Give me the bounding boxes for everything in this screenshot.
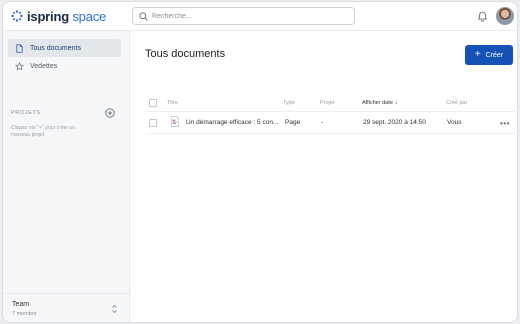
app-window: ispring space Tous documents xyxy=(2,1,518,323)
team-member-count: 7 membre xyxy=(12,311,37,317)
row-date: 29 sept. 2020 à 14:50 xyxy=(363,119,426,126)
sidebar-item-all-documents[interactable]: Tous documents xyxy=(8,39,121,57)
sidebar-item-favorites[interactable]: Vedettes xyxy=(8,57,121,75)
sidebar-item-label: Vedettes xyxy=(30,62,58,70)
column-header-project[interactable]: Projet xyxy=(320,100,334,106)
page-document-icon xyxy=(171,116,179,127)
projects-hint: Cliquez sur "+" pour créer un nouveau pr… xyxy=(11,125,75,138)
chevron-up-down-icon[interactable] xyxy=(111,304,118,314)
row-title[interactable]: Un démarrage efficace : 5 con... xyxy=(186,119,278,126)
search-input[interactable] xyxy=(152,12,342,20)
row-type: Page xyxy=(285,119,301,126)
column-header-date[interactable]: Afficher date ↓ xyxy=(362,100,398,106)
divider xyxy=(146,133,515,134)
plus-icon: + xyxy=(474,49,481,60)
row-checkbox[interactable] xyxy=(149,119,157,127)
team-name[interactable]: Team xyxy=(12,301,29,308)
column-header-date-label: Afficher date xyxy=(362,100,393,106)
row-project: - xyxy=(321,119,324,126)
column-header-title[interactable]: Titre xyxy=(167,100,178,106)
create-button-label: Créer xyxy=(485,51,504,59)
logo-icon xyxy=(11,10,23,22)
row-created-by: Vous xyxy=(447,119,462,126)
search-box[interactable] xyxy=(132,7,355,25)
page-title: Tous documents xyxy=(145,48,226,60)
document-icon xyxy=(16,43,23,53)
avatar[interactable] xyxy=(496,7,514,25)
sidebar-item-label: Tous documents xyxy=(30,44,81,52)
brand-primary: ispring xyxy=(27,8,69,24)
create-button[interactable]: + Créer xyxy=(465,45,513,65)
projects-heading: PROJETS xyxy=(11,110,41,116)
search-icon xyxy=(139,11,148,21)
bell-icon[interactable] xyxy=(477,11,488,22)
sort-down-icon: ↓ xyxy=(394,100,398,106)
divider xyxy=(3,293,129,294)
star-icon xyxy=(15,61,24,70)
brand-secondary: space xyxy=(72,8,107,24)
column-header-created-by[interactable]: Créé par xyxy=(446,100,467,106)
more-options-icon[interactable]: ••• xyxy=(500,119,510,128)
column-header-type[interactable]: Type xyxy=(283,100,295,106)
logo-text: ispring space xyxy=(27,9,106,24)
logo[interactable]: ispring space xyxy=(11,8,106,24)
sidebar: Tous documents Vedettes PROJETS Cliquez … xyxy=(3,31,130,322)
top-bar: ispring space xyxy=(3,2,517,31)
add-project-icon[interactable] xyxy=(105,108,115,118)
divider xyxy=(146,111,515,112)
select-all-checkbox[interactable] xyxy=(149,99,157,107)
